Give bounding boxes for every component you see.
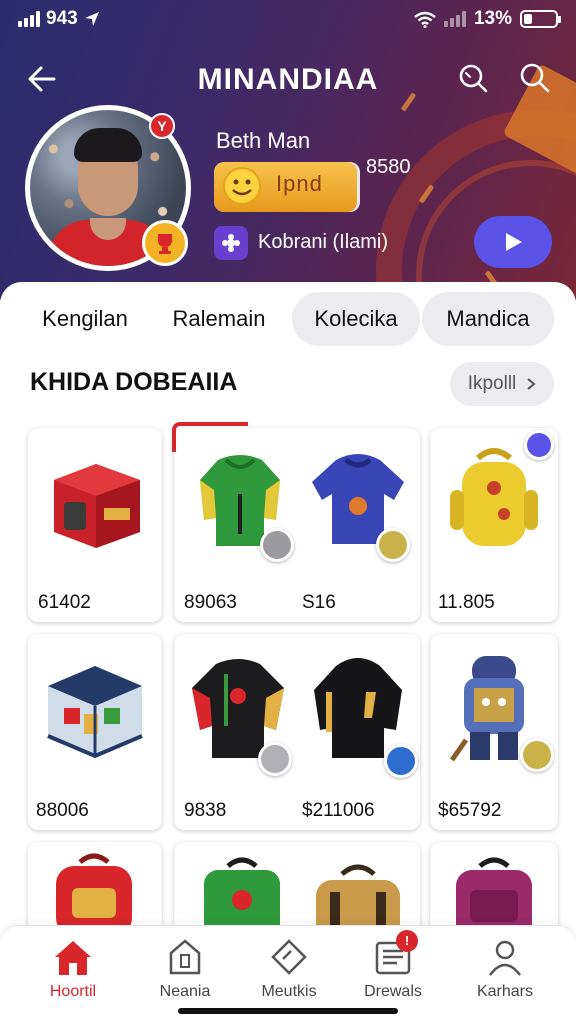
item-price: 89063 [184,592,237,613]
rarity-badge [260,528,294,562]
item-price: S16 [302,592,336,613]
tab-ralemain[interactable]: Ralemain [156,292,282,346]
explore-search-icon[interactable] [456,61,490,95]
tab-kolecika[interactable]: Kolecika [292,292,420,346]
section-title: KHIDA DOBEAIIA [30,368,238,396]
item-card[interactable]: 11.805 [430,428,558,622]
filter-label: Ikpolll [467,373,517,394]
purple-backpack-icon [456,857,532,936]
rarity-badge [376,528,410,562]
item-price: 88006 [36,800,89,821]
battery-icon [520,10,561,28]
nav-item-store[interactable]: Neania [135,937,235,1001]
play-icon [506,233,522,251]
coin-count: 8580 [366,156,411,178]
item-card-double[interactable]: 89063 S16 [172,422,420,622]
status-time: 943 [46,8,78,29]
play-button[interactable] [474,216,552,268]
cellular-icon [443,11,466,27]
yellow-backpack-icon [450,448,538,546]
clan-name[interactable]: Kobrani (Ilami) [258,231,388,254]
rank-badge: Y [149,113,175,139]
rarity-badge [258,742,292,776]
tag-icon [271,939,307,975]
nav-item-profile[interactable]: Karhars [455,937,555,1001]
chevron-right-icon [527,378,536,390]
emoji-face-icon [223,167,261,205]
store-icon [169,939,201,975]
xp-label: Ipnd [276,171,323,196]
selected-marker [172,422,248,452]
tab-kengilan[interactable]: Kengilan [22,292,148,346]
nav-item-home[interactable]: Hoortil [23,937,123,1001]
notification-badge: ! [396,930,418,952]
category-tabs: Kengilan Ralemain Kolecika Mandica [0,292,576,346]
nav-label: Hoortil [49,983,97,1000]
item-price: 61402 [38,592,91,613]
item-price: $211006 [302,800,375,821]
top-app-bar: MINANDIAA [0,55,576,103]
glass-crate-icon [47,666,143,759]
red-chest-icon [54,464,140,548]
signal-icon [18,11,40,27]
battery-percent: 13% [473,8,512,29]
wifi-icon [414,11,436,28]
filter-button[interactable]: Ikpolll [450,362,554,406]
item-card[interactable]: 61402 [28,428,162,622]
green-backpack-icon [204,857,280,936]
nav-label: Meutkis [261,983,317,1000]
edit-badge-icon [524,430,554,460]
nav-label: Neania [159,983,211,1000]
item-card[interactable]: $65792 [430,634,558,830]
item-price: 11.805 [438,592,495,613]
red-backpack-icon [56,853,132,932]
rarity-badge [384,744,418,778]
location-arrow-icon [84,12,99,26]
trophy-badge-icon [142,220,188,266]
nav-label: Karhars [476,983,534,1000]
home-indicator [178,1008,398,1014]
item-card[interactable]: 88006 [28,634,162,830]
tab-mandica[interactable]: Mandica [422,292,554,346]
status-bar: 943 13% [0,8,576,30]
nav-label: Drewals [364,983,422,1000]
search-icon[interactable] [518,61,552,95]
clan-icon [214,226,248,260]
nav-item-tags[interactable]: Meutkis [239,937,339,1001]
item-price: 9838 [184,800,227,821]
player-name: Beth Man [216,128,311,153]
rarity-badge [520,738,554,772]
item-price: $65792 [438,800,502,821]
nav-item-news[interactable]: Drewals [343,937,443,1001]
profile-icon [489,940,521,976]
item-card-double[interactable]: 9838 $211006 [174,634,420,830]
home-icon [55,941,91,975]
